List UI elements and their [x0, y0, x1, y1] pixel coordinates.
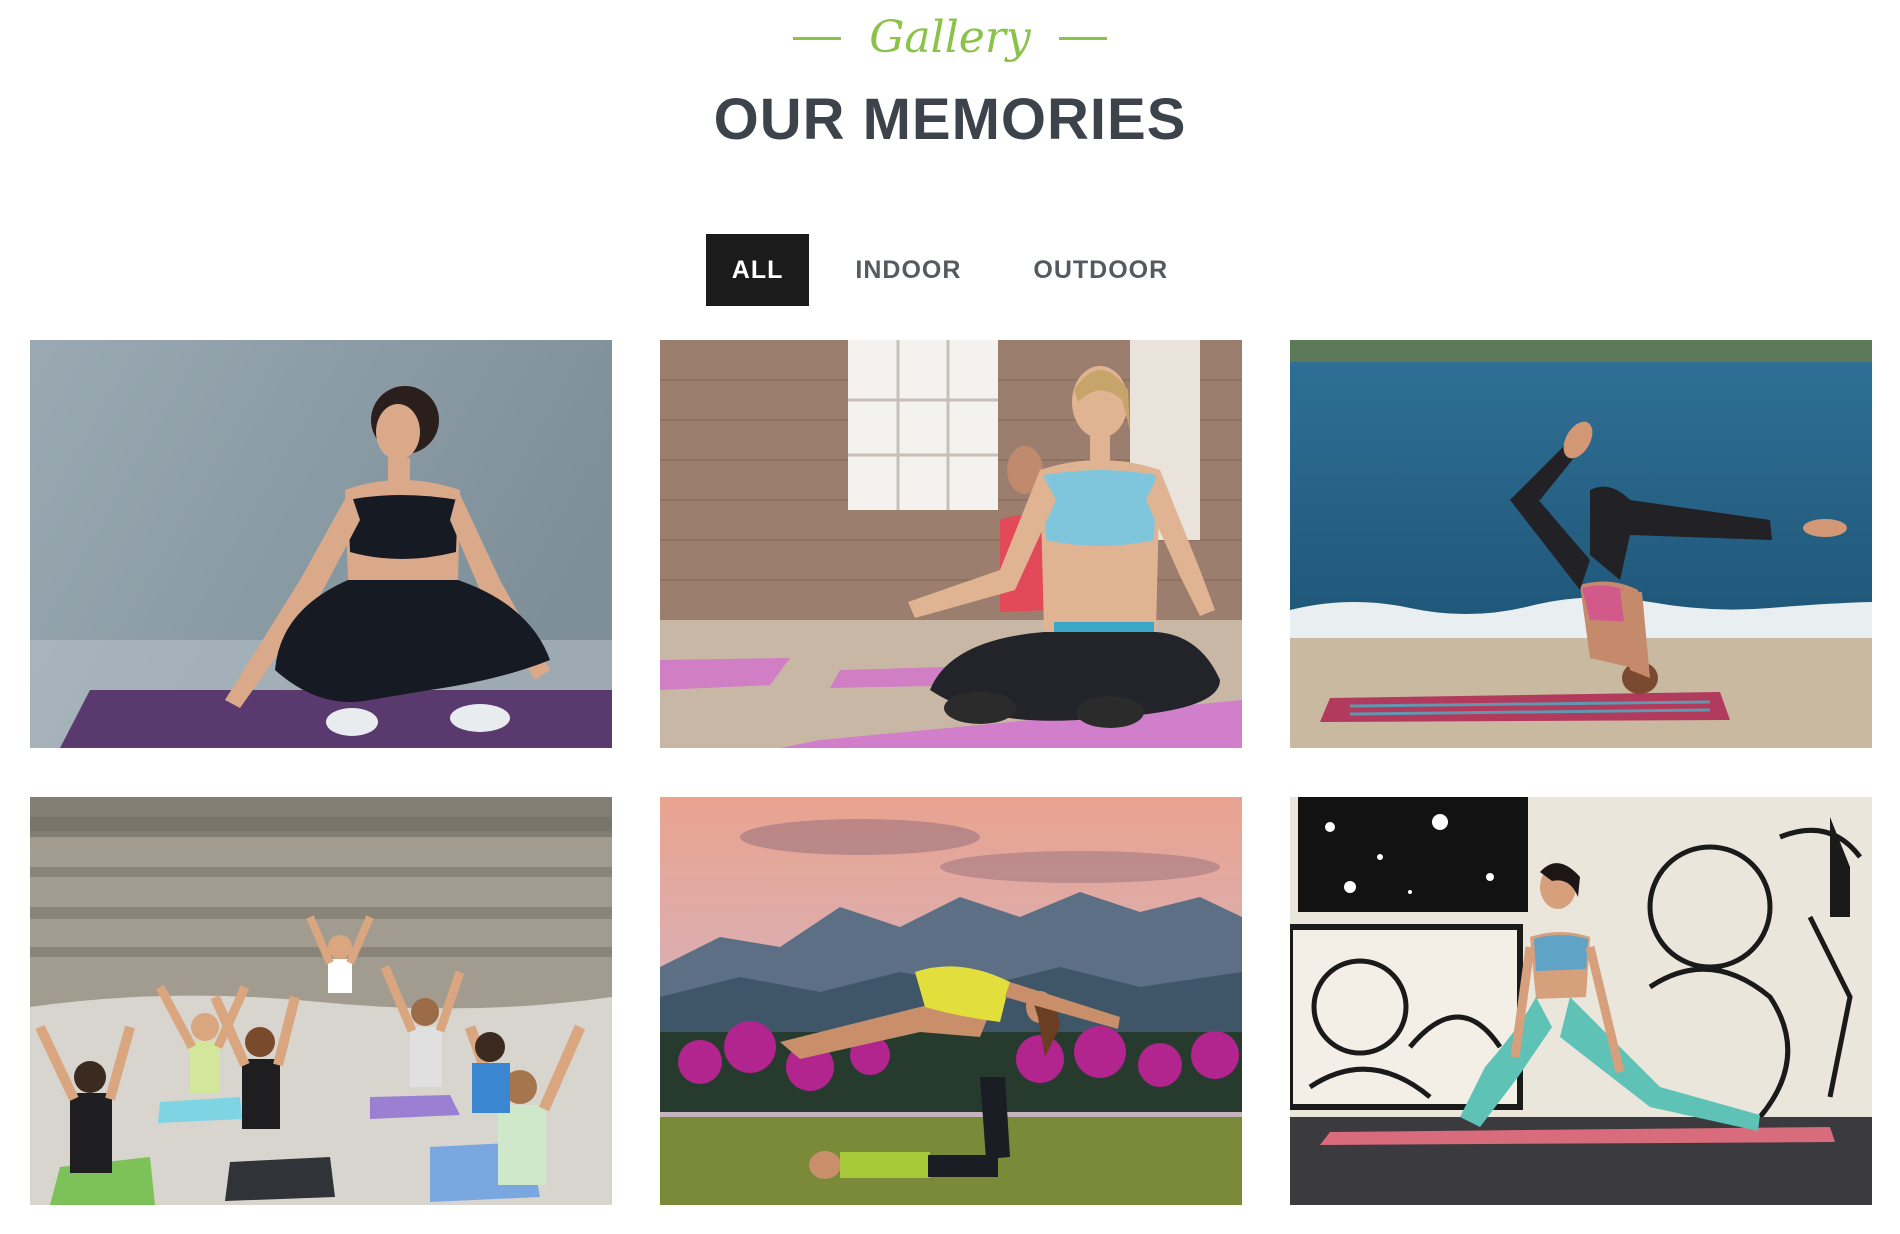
subtitle-right-divider	[1058, 36, 1107, 40]
filter-tab-outdoor[interactable]: OUTDOOR	[1007, 234, 1194, 306]
section-subtitle: Gallery	[869, 12, 1031, 63]
gallery-grid	[30, 340, 1872, 1205]
beach-headstand-image	[1290, 340, 1872, 748]
gallery-image-studio-seated-pose[interactable]	[30, 340, 612, 748]
gallery-image-mural-lunge[interactable]	[1290, 797, 1872, 1205]
filter-tab-indoor[interactable]: INDOOR	[829, 234, 987, 306]
subtitle-left-divider	[793, 36, 842, 40]
indoor-meditation-image	[660, 340, 1242, 748]
gallery-image-group-class[interactable]	[30, 797, 612, 1205]
gallery-image-beach-headstand[interactable]	[1290, 340, 1872, 748]
section-subtitle-row: Gallery	[0, 8, 1900, 68]
studio-seated-pose-image	[30, 340, 612, 748]
filter-tab-all[interactable]: ALL	[705, 234, 810, 306]
gallery-image-acro-yoga-sunset[interactable]	[660, 797, 1242, 1205]
acro-yoga-sunset-image	[660, 797, 1242, 1205]
gallery-image-indoor-meditation[interactable]	[660, 340, 1242, 748]
section-title: OUR MEMORIES	[713, 87, 1187, 152]
gallery-filter-tabs: ALL INDOOR OUTDOOR	[0, 234, 1900, 306]
group-class-image	[30, 797, 612, 1205]
mural-lunge-image	[1290, 797, 1872, 1205]
